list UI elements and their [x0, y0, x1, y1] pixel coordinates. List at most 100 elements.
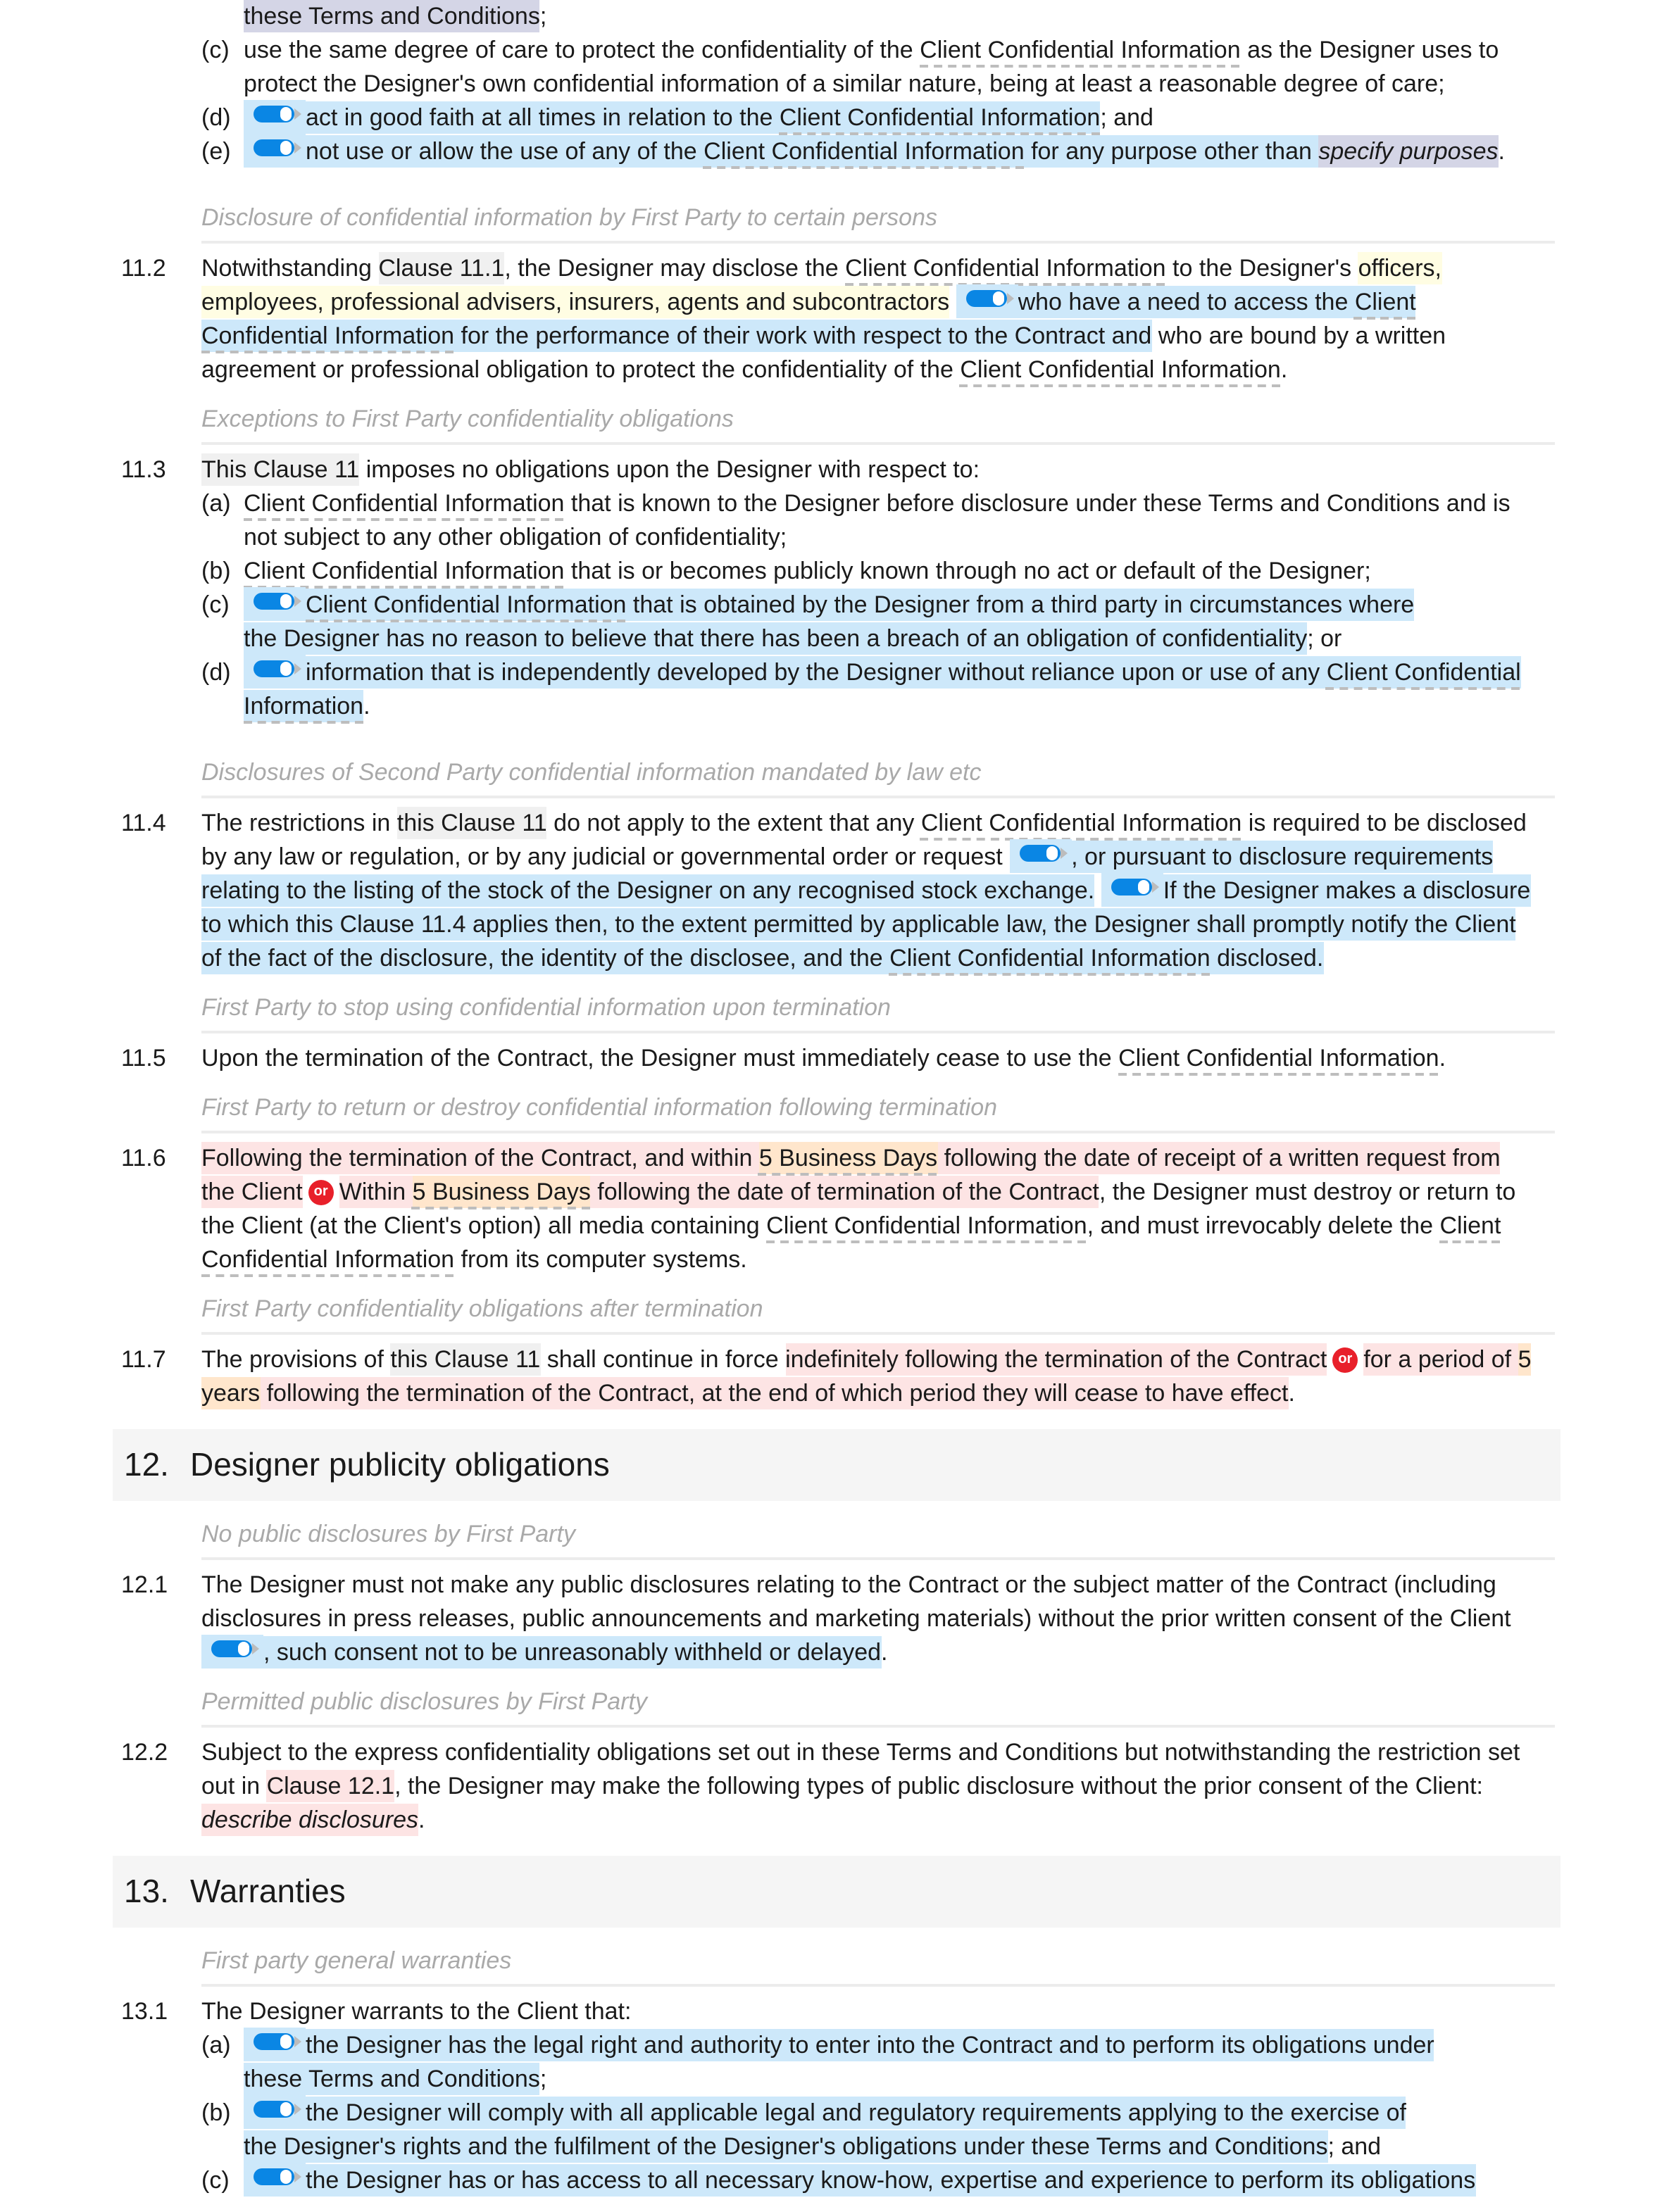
clause-reference-link[interactable]: this Clause 11 [390, 1343, 541, 1376]
clause-number: 11.7 [121, 1346, 166, 1373]
text-span: of the fact of the disclosure, the ident… [201, 942, 890, 974]
text-span: from its computer systems. [454, 1246, 747, 1273]
clause-number: 11.4 [121, 810, 166, 836]
defined-term: Client Confidential Information [960, 356, 1281, 383]
option-toggle-icon[interactable] [244, 2094, 306, 2129]
or-badge-icon[interactable]: or [1332, 1347, 1358, 1373]
text-span: shall continue in force [540, 1346, 786, 1373]
option-toggle-icon[interactable] [244, 2027, 306, 2061]
text-line: (d) information that is independently dev… [0, 654, 1676, 690]
clause-number: 13.1 [121, 1998, 168, 2025]
text-span: to the Designer's [1165, 255, 1358, 282]
clause-number: 11.2 [121, 255, 166, 282]
text-span: , the Designer may make the following ty… [394, 1773, 1483, 1799]
variable-field[interactable]: years [201, 1377, 261, 1409]
text-span: that is known to the Designer before dis… [564, 490, 1511, 517]
text-line: 11.5 Upon the termination of the Contract… [0, 1042, 1676, 1076]
text-line: (c) Client Confidential Information that … [0, 586, 1676, 622]
sub-clause: (c) Client Confidential Information that … [0, 586, 1676, 656]
clause: 11.3 This Clause 11 imposes no obligation… [0, 453, 1676, 487]
option-toggle-icon[interactable] [201, 1634, 263, 1669]
sub-clause-label: (e) [201, 138, 231, 165]
section-heading: 12. Designer publicity obligations [113, 1429, 1561, 1501]
variable-field[interactable]: specify purposes [1318, 135, 1499, 168]
text-span: who have a need to access the [1018, 286, 1355, 318]
text-span: the Designer has no reason to believe th… [244, 622, 1308, 655]
text-span: . [1288, 1380, 1295, 1407]
text-span: that is or becomes publicly known throug… [564, 558, 1371, 584]
text-span: . [363, 693, 370, 719]
text-span: out in [201, 1773, 267, 1799]
variable-field[interactable]: 5 [1518, 1343, 1532, 1376]
text-line: (a) the Designer has the legal right and … [0, 2027, 1676, 2063]
text-line: 11.7 The provisions of this Clause 11 sha… [0, 1343, 1676, 1377]
text-line: 12.2 Subject to the express confidentiali… [0, 1736, 1676, 1770]
clause-heading: Disclosure of confidential information b… [201, 201, 1555, 244]
text-span: information that is independently develo… [306, 656, 1327, 689]
sub-clause: (a) the Designer has the legal right and … [0, 2027, 1676, 2097]
text-line: protect the Designer's own confidential … [0, 68, 1676, 101]
clause-reference-link[interactable]: Clause 11.1 [378, 252, 505, 284]
defined-term: Confidential Information [201, 320, 455, 352]
option-toggle-icon[interactable] [956, 284, 1018, 318]
defined-term: Client Confidential Information [920, 37, 1241, 63]
text-line: 11.4 The restrictions in this Clause 11 d… [0, 807, 1676, 841]
clause: 11.6 Following the termination of the Con… [0, 1142, 1676, 1277]
text-line: disclosures in press releases, public an… [0, 1602, 1676, 1636]
text-line: (e) not use or allow the use of any of th… [0, 133, 1676, 169]
option-toggle-icon[interactable] [244, 2162, 306, 2197]
defined-term: Client Confidential Information [766, 1212, 1087, 1239]
text-line: (b) the Designer will comply with all app… [0, 2094, 1676, 2130]
sub-clause-label: (c) [201, 37, 230, 63]
text-span: not use or allow the use of any of the [306, 135, 704, 168]
text-span: ; and [1327, 2133, 1382, 2160]
terms-document: these Terms and Conditions; (c) use the sa… [0, 0, 1676, 2198]
defined-term: Client Confidential Information [306, 589, 627, 621]
defined-term: Client Confidential [1326, 656, 1521, 689]
sub-clause: (c) use the same degree of care to protec… [0, 34, 1676, 101]
text-span: following the date of termination of the… [590, 1176, 1099, 1208]
clause: 13.1 The Designer warrants to the Client … [0, 1995, 1676, 2029]
defined-term: Client Confidential Information [920, 810, 1242, 836]
clause-reference-link[interactable]: This Clause 11 [201, 453, 360, 486]
text-line: 11.2 Notwithstanding Clause 11.1, the Des… [0, 252, 1676, 286]
text-line: 11.6 Following the termination of the Con… [0, 1142, 1676, 1176]
option-toggle-icon[interactable] [1101, 872, 1163, 907]
text-span: by any law or regulation, or by any judi… [201, 843, 1010, 870]
text-span: to which [201, 908, 296, 941]
defined-term[interactable]: 5 Business Days [758, 1142, 938, 1174]
clause-reference-link[interactable]: this Clause 11 [396, 807, 547, 839]
option-toggle-icon[interactable] [1009, 838, 1072, 873]
option-toggle-icon[interactable] [244, 133, 306, 168]
sub-clause-label: (a) [201, 490, 231, 517]
text-span: do not apply to the extent that any [546, 810, 921, 836]
text-span: that is obtained by the Designer from a … [626, 589, 1415, 621]
text-span: , the Designer must destroy or return to [1099, 1179, 1516, 1205]
defined-term[interactable]: 5 Business Days [412, 1176, 591, 1208]
text-span: imposes no obligations upon the Designer… [359, 456, 980, 483]
option-toggle-icon[interactable] [244, 654, 306, 689]
variable-field[interactable]: these Terms and Conditions [244, 0, 540, 32]
sub-clause-label: (a) [201, 2032, 231, 2059]
text-line: Confidential Information from its comput… [0, 1243, 1676, 1277]
or-badge-icon[interactable]: or [308, 1179, 334, 1205]
text-span: , the Designer may disclose the [504, 255, 846, 282]
option-toggle-icon[interactable] [244, 99, 306, 134]
sub-clause: (a) Client Confidential Information that … [0, 487, 1676, 555]
text-span: for the performance of their work with r… [454, 320, 1152, 352]
text-line: by any law or regulation, or by any judi… [0, 838, 1676, 874]
defined-term: Confidential Information [201, 1246, 455, 1273]
text-line: 12.1 The Designer must not make any publi… [0, 1569, 1676, 1602]
text-span: Notwithstanding [201, 255, 379, 282]
sub-clause-label: (c) [201, 591, 230, 618]
defined-term: Client Confidential Information [1118, 1045, 1439, 1072]
text-line: agreement or professional obligation to … [0, 353, 1676, 387]
sub-clause: (c) the Designer has or has access to all… [0, 2162, 1676, 2198]
text-span: The restrictions in [201, 810, 397, 836]
option-toggle-icon[interactable] [244, 586, 306, 621]
text-span: ; or [1307, 625, 1342, 652]
clause: 11.5 Upon the termination of the Contract… [0, 1042, 1676, 1076]
text-line: the Designer's rights and the fulfilment… [0, 2130, 1676, 2164]
text-span: use the same degree of care to protect t… [244, 37, 920, 63]
text-span: this Clause 11.4 [296, 908, 466, 941]
